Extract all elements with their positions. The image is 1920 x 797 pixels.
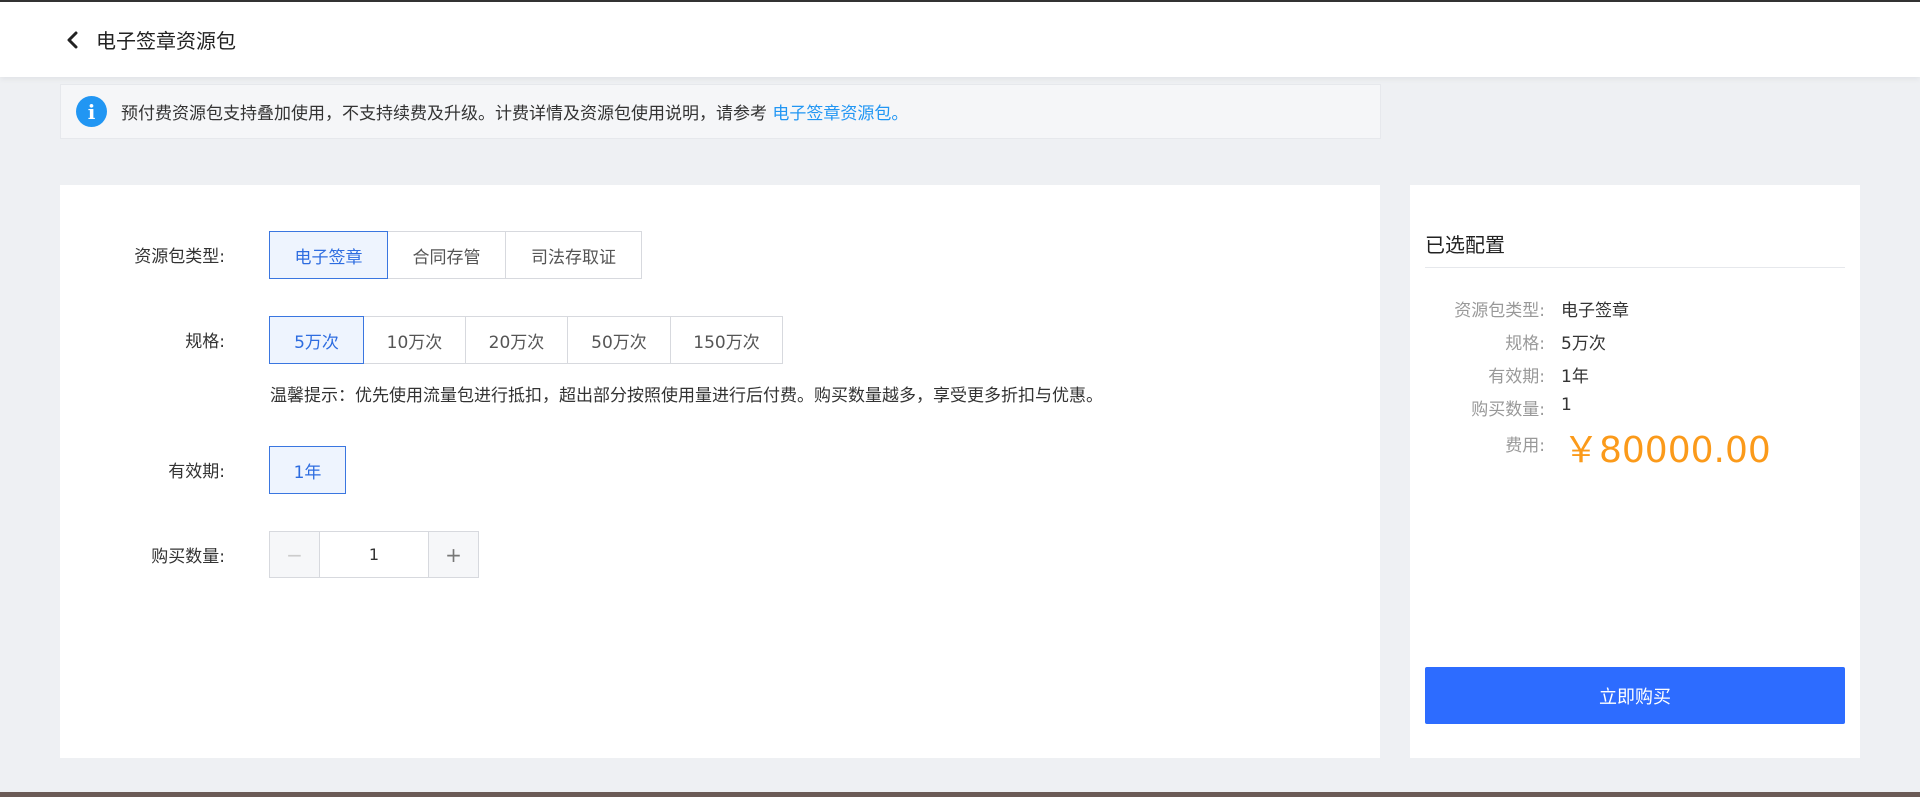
- summary-price: ￥80000.00: [1563, 430, 1771, 471]
- type-option-contract-storage[interactable]: 合同存管: [387, 231, 506, 279]
- spec-option-10w[interactable]: 10万次: [363, 316, 466, 364]
- summary-type-label: 资源包类型:: [1454, 301, 1545, 321]
- buy-now-button[interactable]: 立即购买: [1425, 667, 1845, 724]
- summary-quantity-label: 购买数量:: [1471, 400, 1545, 420]
- notice-text: 预付费资源包支持叠加使用，不支持续费及升级。计费详情及资源包使用说明，请参考 电…: [121, 99, 908, 124]
- increment-button[interactable]: +: [428, 532, 478, 577]
- summary-spec-value: 5万次: [1561, 334, 1606, 354]
- summary-spec-label: 规格:: [1505, 334, 1545, 354]
- summary-type-value: 电子签章: [1561, 301, 1629, 321]
- spec-selector: 5万次 10万次 20万次 50万次 150万次: [269, 316, 783, 364]
- notice-message: 预付费资源包支持叠加使用，不支持续费及升级。计费详情及资源包使用说明，请参考: [121, 104, 773, 124]
- bottom-edge: [0, 792, 1920, 797]
- notice-link[interactable]: 电子签章资源包。: [772, 104, 908, 124]
- quantity-label: 购买数量:: [151, 547, 225, 567]
- summary-fee-label: 费用:: [1505, 436, 1545, 456]
- notice-banner: i 预付费资源包支持叠加使用，不支持续费及升级。计费详情及资源包使用说明，请参考…: [60, 84, 1381, 139]
- validity-option-1y[interactable]: 1年: [269, 446, 346, 494]
- type-option-judicial-evidence[interactable]: 司法存取证: [505, 231, 642, 279]
- summary-title: 已选配置: [1425, 233, 1505, 257]
- validity-selector: 1年: [269, 446, 346, 494]
- page-header: 电子签章资源包: [0, 0, 1920, 77]
- info-icon: i: [76, 96, 107, 127]
- spec-option-20w[interactable]: 20万次: [465, 316, 568, 364]
- summary-quantity-value: 1: [1561, 395, 1572, 415]
- type-selector: 电子签章 合同存管 司法存取证: [269, 231, 642, 279]
- spec-option-50w[interactable]: 50万次: [567, 316, 671, 364]
- spec-option-5w[interactable]: 5万次: [269, 316, 364, 364]
- quantity-stepper: − +: [269, 531, 479, 578]
- summary-divider: [1425, 267, 1845, 268]
- spec-option-150w[interactable]: 150万次: [670, 316, 783, 364]
- config-card: 资源包类型: 电子签章 合同存管 司法存取证 规格: 5万次 10万次 20万次…: [60, 185, 1380, 758]
- summary-validity-value: 1年: [1561, 367, 1589, 387]
- spec-label: 规格:: [185, 332, 225, 352]
- spec-tip: 温馨提示：优先使用流量包进行抵扣，超出部分按照使用量进行后付费。购买数量越多，享…: [270, 386, 1103, 406]
- type-option-esign[interactable]: 电子签章: [269, 231, 388, 279]
- page-title: 电子签章资源包: [96, 29, 236, 53]
- validity-label: 有效期:: [168, 462, 225, 482]
- quantity-input[interactable]: [320, 532, 428, 577]
- summary-card: 已选配置 资源包类型: 电子签章 规格: 5万次 有效期: 1年 购买数量: 1…: [1410, 185, 1860, 758]
- summary-validity-label: 有效期:: [1488, 367, 1545, 387]
- type-label: 资源包类型:: [134, 247, 225, 267]
- back-arrow-icon[interactable]: [62, 30, 82, 50]
- decrement-button[interactable]: −: [270, 532, 320, 577]
